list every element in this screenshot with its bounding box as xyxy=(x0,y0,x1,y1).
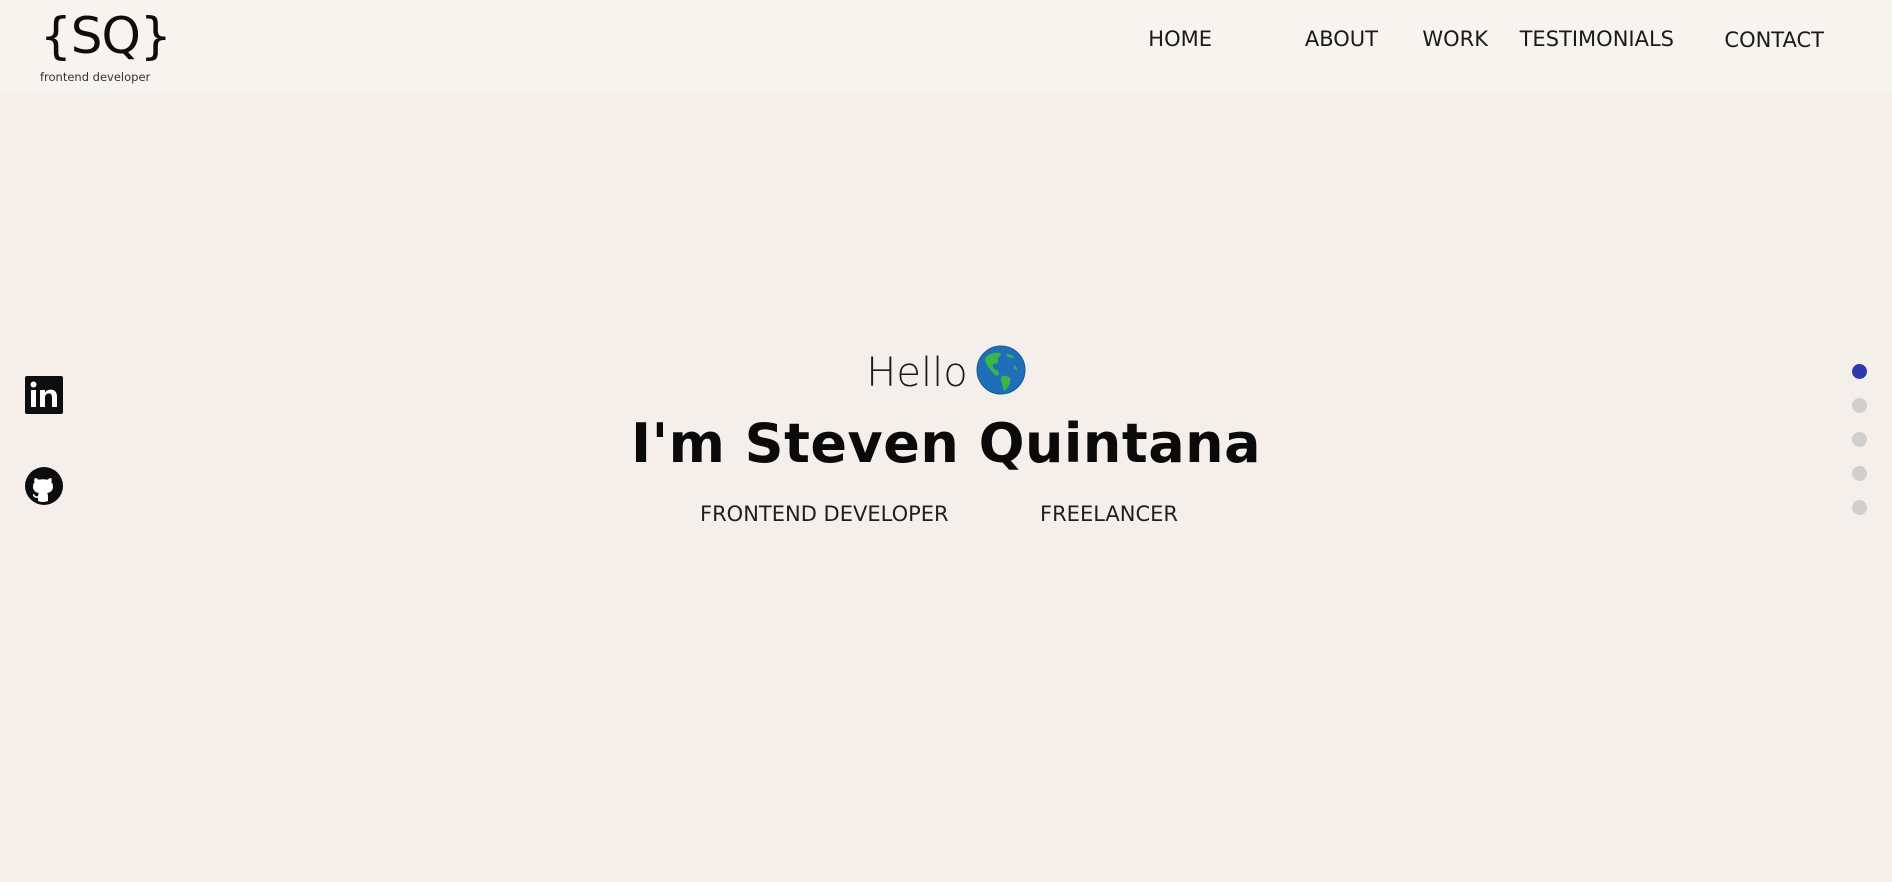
hero-greeting: Hello xyxy=(866,350,968,396)
nav-item-about[interactable]: ABOUT xyxy=(1305,24,1378,54)
hero-role-freelancer: FREELANCER xyxy=(1040,502,1178,526)
nav-item-contact[interactable]: CONTACT xyxy=(1724,25,1824,55)
section-dot-1[interactable] xyxy=(1852,364,1867,379)
logo-subtitle: frontend developer xyxy=(40,70,151,84)
hero-greeting-line: Hello xyxy=(0,345,1892,400)
section-dot-5[interactable] xyxy=(1852,500,1867,515)
hero-name: I'm Steven Quintana xyxy=(630,412,1262,475)
logo-mark: {SQ} xyxy=(40,7,172,65)
logo[interactable]: {SQ} frontend developer xyxy=(40,7,172,84)
section-dot-2[interactable] xyxy=(1852,398,1867,413)
section-dot-3[interactable] xyxy=(1852,432,1867,447)
hero-role-frontend: FRONTEND DEVELOPER xyxy=(700,502,949,526)
hero-section: Hello I'm Steven Quintana FRONTEND DEVEL… xyxy=(0,91,1892,882)
nav-item-home[interactable]: HOME xyxy=(1148,24,1212,54)
site-header: {SQ} frontend developer HOME ABOUT WORK … xyxy=(0,0,1892,91)
nav-item-testimonials[interactable]: TESTIMONIALS xyxy=(1520,24,1674,54)
nav-item-work[interactable]: WORK xyxy=(1422,24,1488,54)
globe-americas-icon xyxy=(976,345,1026,395)
section-dot-4[interactable] xyxy=(1852,466,1867,481)
